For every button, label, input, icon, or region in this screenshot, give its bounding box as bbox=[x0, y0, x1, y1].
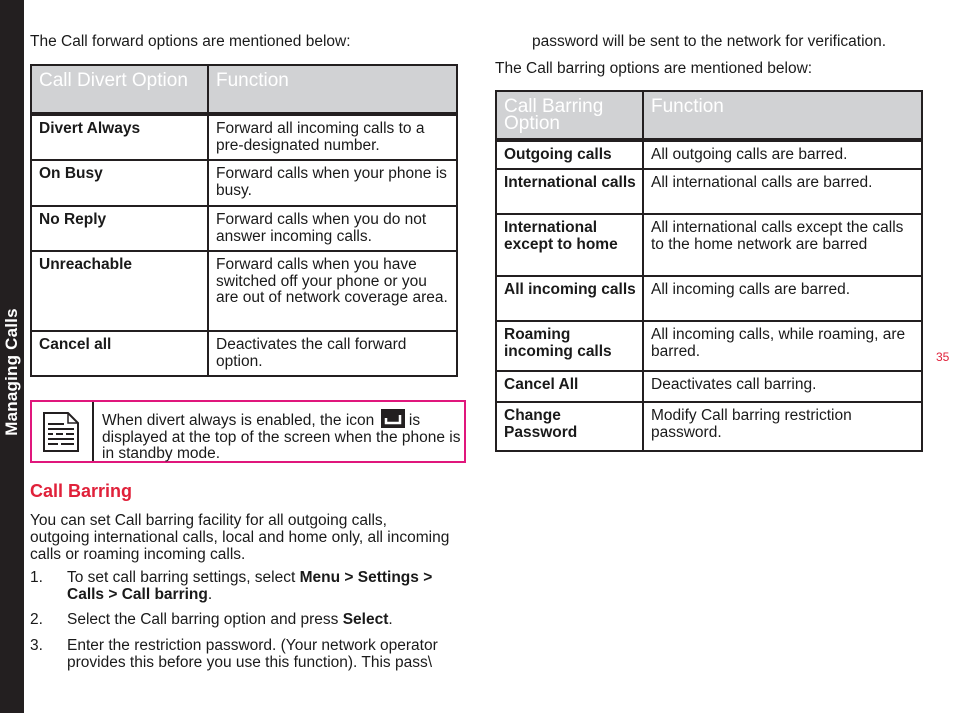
note-icon-cell bbox=[32, 402, 94, 461]
barring-intro: The Call barring options are mentioned b… bbox=[495, 60, 813, 77]
function-cell: All international calls are barred. bbox=[642, 168, 923, 215]
table-row: Cancel All Deactivates call barring. bbox=[495, 370, 923, 403]
step-plain-text: . bbox=[207, 586, 213, 603]
function-cell: All incoming calls, while roaming, are b… bbox=[642, 320, 923, 372]
step-text: Enter the restriction password. (Your ne… bbox=[67, 637, 472, 671]
table-row: All incoming calls All incoming calls are… bbox=[495, 275, 923, 322]
step-number: 1. bbox=[30, 569, 43, 586]
header-option: Call Barring Option bbox=[495, 90, 644, 142]
function-cell: Deactivates call barring. bbox=[642, 370, 923, 403]
note-text-part1: When divert always is enabled, the icon bbox=[102, 412, 375, 429]
option-cell: Change Password bbox=[495, 401, 644, 452]
option-cell: Cancel all bbox=[30, 330, 209, 377]
step-number: 2. bbox=[30, 611, 43, 628]
table-row: Outgoing calls All outgoing calls are bar… bbox=[495, 139, 923, 170]
section-body: You can set Call barring facility for al… bbox=[30, 512, 450, 563]
step-plain-text: To set call barring settings, select bbox=[67, 569, 300, 586]
header-function: Function bbox=[642, 90, 923, 142]
continued-text: password will be sent to the network for… bbox=[532, 33, 887, 50]
step-plain-text: Enter the restriction password. (Your ne… bbox=[67, 637, 438, 671]
function-cell: Forward all incoming calls to a pre-desi… bbox=[207, 113, 458, 161]
function-cell: Forward calls when your phone is busy. bbox=[207, 159, 458, 207]
option-cell: International calls bbox=[495, 168, 644, 215]
call-forward-table: Call Divert Option Function Divert Alway… bbox=[30, 64, 458, 377]
function-cell: Forward calls when you do not answer inc… bbox=[207, 205, 458, 252]
option-cell: Outgoing calls bbox=[495, 139, 644, 170]
step-plain-text: Select the Call barring option and press bbox=[67, 611, 343, 628]
step-text: To set call barring settings, select Men… bbox=[67, 569, 472, 603]
header-option: Call Divert Option bbox=[30, 64, 209, 116]
option-cell: International except to home bbox=[495, 213, 644, 277]
divert-icon bbox=[380, 409, 405, 428]
table-row: International except to home All internat… bbox=[495, 213, 923, 277]
function-cell: All incoming calls are barred. bbox=[642, 275, 923, 322]
header-function: Function bbox=[207, 64, 458, 116]
option-cell: Cancel All bbox=[495, 370, 644, 403]
note-document-icon bbox=[43, 412, 79, 452]
step-plain-text: . bbox=[388, 611, 393, 628]
function-cell: Modify Call barring restriction password… bbox=[642, 401, 923, 452]
table-row: On Busy Forward calls when your phone is … bbox=[30, 159, 458, 207]
option-cell: Divert Always bbox=[30, 113, 209, 161]
table-header-row: Call Barring Option Function bbox=[495, 90, 923, 142]
table-row: Cancel all Deactivates the call forward o… bbox=[30, 330, 458, 377]
section-heading-call-barring: Call Barring bbox=[30, 481, 133, 501]
function-cell: Deactivates the call forward option. bbox=[207, 330, 458, 377]
step-text: Select the Call barring option and press… bbox=[67, 611, 472, 628]
table-row: International calls All international cal… bbox=[495, 168, 923, 215]
option-cell: Roaming incoming calls bbox=[495, 320, 644, 372]
side-tab: Managing Calls bbox=[0, 0, 24, 713]
call-barring-table: Call Barring Option Function Outgoing ca… bbox=[495, 90, 923, 452]
table-header-row: Call Divert Option Function bbox=[30, 64, 458, 116]
page-number: 35 bbox=[936, 350, 950, 364]
step-number: 3. bbox=[30, 637, 43, 654]
forward-intro: The Call forward options are mentioned b… bbox=[30, 33, 351, 50]
function-cell: All international calls except the calls… bbox=[642, 213, 923, 277]
note-box: When divert always is enabled, the icon … bbox=[30, 400, 466, 463]
function-cell: Forward calls when you have switched off… bbox=[207, 250, 458, 332]
note-text: When divert always is enabled, the icon … bbox=[102, 409, 462, 463]
step-bold-text: Select bbox=[342, 611, 389, 628]
table-row: Change Password Modify Call barring restr… bbox=[495, 401, 923, 452]
option-cell: Unreachable bbox=[30, 250, 209, 332]
table-row: Unreachable Forward calls when you have s… bbox=[30, 250, 458, 332]
table-row: Divert Always Forward all incoming calls … bbox=[30, 113, 458, 161]
option-cell: No Reply bbox=[30, 205, 209, 252]
side-tab-label: Managing Calls bbox=[2, 308, 21, 436]
table-row: Roaming incoming calls All incoming calls… bbox=[495, 320, 923, 372]
option-cell: On Busy bbox=[30, 159, 209, 207]
option-cell: All incoming calls bbox=[495, 275, 644, 322]
table-row: No Reply Forward calls when you do not an… bbox=[30, 205, 458, 252]
function-cell: All outgoing calls are barred. bbox=[642, 139, 923, 170]
